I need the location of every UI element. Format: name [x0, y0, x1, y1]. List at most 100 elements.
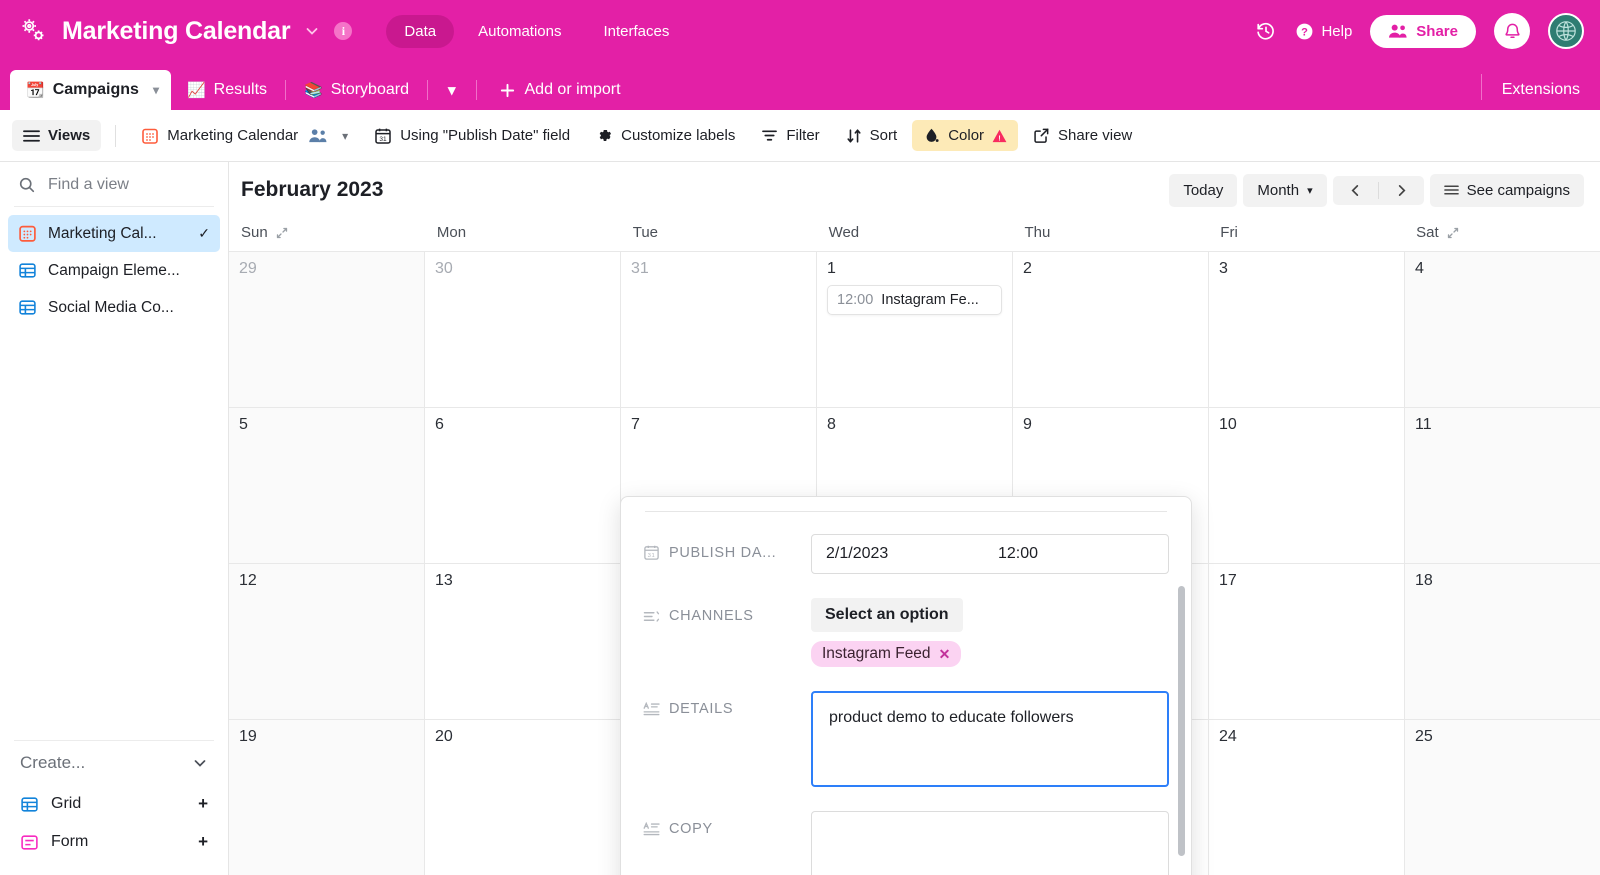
- divider: [285, 80, 287, 100]
- tab-storyboard[interactable]: 📚 Storyboard: [288, 70, 425, 110]
- svg-text:31: 31: [380, 136, 388, 143]
- sort-button[interactable]: Sort: [835, 120, 909, 151]
- date-field-button[interactable]: 31 Using "Publish Date" field: [363, 120, 581, 152]
- plus-icon[interactable]: +: [198, 794, 208, 814]
- chevron-down-icon[interactable]: [304, 23, 320, 39]
- tab-campaigns[interactable]: 📆 Campaigns ▾: [10, 70, 171, 110]
- publish-date-input[interactable]: 2/1/2023 12:00: [811, 534, 1169, 574]
- sidebar-item-marketing-calendar[interactable]: Marketing Cal... ✓: [8, 215, 220, 252]
- calendar-day-cell[interactable]: 17: [1209, 564, 1405, 719]
- header-actions: ? Help Share: [1255, 13, 1584, 49]
- customize-labels-button[interactable]: Customize labels: [585, 120, 746, 151]
- question-circle-icon: ?: [1295, 22, 1314, 41]
- day-number: 25: [1415, 728, 1433, 745]
- extensions-button[interactable]: Extensions: [1482, 70, 1600, 110]
- publish-time-value: 12:00: [997, 545, 1038, 562]
- resize-handle-icon[interactable]: [1447, 227, 1459, 239]
- sidebar-item-label: Social Media Co...: [48, 298, 174, 316]
- select-list-icon: [643, 609, 660, 624]
- chevron-down-icon[interactable]: ▾: [153, 83, 159, 97]
- filter-button[interactable]: Filter: [750, 120, 830, 151]
- create-section-toggle[interactable]: Create...: [8, 741, 220, 785]
- calendar-day-cell[interactable]: 10: [1209, 408, 1405, 563]
- find-a-view-input[interactable]: Find a view: [0, 162, 228, 206]
- top-header-bar: Marketing Calendar i Data Automations In…: [0, 0, 1600, 62]
- calendar-day-cell[interactable]: 25: [1405, 720, 1600, 875]
- calendar-day-cell[interactable]: 1 12:00 Instagram Fe...: [817, 252, 1013, 407]
- calendar-day-cell[interactable]: 12: [229, 564, 425, 719]
- add-or-import-button[interactable]: Add or import: [485, 70, 635, 110]
- sidebar-item-campaign-elements[interactable]: Campaign Eleme...: [8, 252, 220, 289]
- calendar-day-cell[interactable]: 24: [1209, 720, 1405, 875]
- caret-down-icon[interactable]: ▾: [342, 129, 348, 143]
- details-textarea[interactable]: product demo to educate followers: [811, 691, 1169, 787]
- day-number: 6: [435, 416, 444, 433]
- calendar-day-cell[interactable]: 4: [1405, 252, 1600, 407]
- calendar-day-cell[interactable]: 2: [1013, 252, 1209, 407]
- close-icon[interactable]: ✕: [939, 646, 951, 663]
- calendar-day-cell[interactable]: 18: [1405, 564, 1600, 719]
- calendar-event-chip[interactable]: 12:00 Instagram Fe...: [827, 285, 1002, 315]
- customize-labels-label: Customize labels: [621, 127, 736, 144]
- bell-icon: [1503, 22, 1522, 41]
- today-button[interactable]: Today: [1169, 173, 1238, 207]
- prev-month-button[interactable]: [1333, 176, 1378, 205]
- calendar-day-cell[interactable]: 11: [1405, 408, 1600, 563]
- channel-tag-instagram-feed[interactable]: Instagram Feed ✕: [811, 641, 962, 667]
- calendar-grid-icon: [141, 127, 159, 145]
- tag-label: Instagram Feed: [822, 645, 931, 662]
- views-button[interactable]: Views: [12, 120, 102, 151]
- info-icon[interactable]: i: [334, 22, 353, 40]
- calendar-week-row: 29 30 31 1 12:00 Instagram Fe... 2 3 4: [229, 252, 1600, 408]
- table-name-button[interactable]: Marketing Calendar ▾: [130, 120, 359, 152]
- copy-textarea[interactable]: [811, 811, 1169, 875]
- modal-scrollbar[interactable]: [1178, 586, 1185, 856]
- history-icon[interactable]: [1255, 20, 1277, 42]
- see-campaigns-label: See campaigns: [1466, 181, 1570, 199]
- avatar[interactable]: [1548, 13, 1584, 49]
- color-button[interactable]: Color !: [912, 120, 1019, 151]
- calendar-day-cell[interactable]: 20: [425, 720, 621, 875]
- sidebar-item-social-media-content[interactable]: Social Media Co...: [8, 289, 220, 326]
- calendar-31-icon: 31: [374, 127, 392, 145]
- day-number: 17: [1219, 572, 1237, 589]
- tab-results[interactable]: 📈 Results: [171, 70, 283, 110]
- share-view-button[interactable]: Share view: [1022, 120, 1143, 151]
- nav-tab-automations[interactable]: Automations: [460, 15, 579, 48]
- calendar-day-cell[interactable]: 31: [621, 252, 817, 407]
- calendar-day-cell[interactable]: 3: [1209, 252, 1405, 407]
- calendar-header: February 2023 Today Month ▾ See campaign…: [229, 162, 1600, 218]
- resize-handle-icon[interactable]: [276, 227, 288, 239]
- field-label-text: COPY: [669, 821, 713, 837]
- next-month-button[interactable]: [1379, 176, 1424, 205]
- help-button[interactable]: ? Help: [1295, 22, 1352, 41]
- create-form-view[interactable]: Form +: [8, 823, 220, 861]
- range-select[interactable]: Month ▾: [1243, 173, 1327, 207]
- add-or-import-label: Add or import: [524, 81, 621, 98]
- nav-tab-data[interactable]: Data: [386, 14, 455, 48]
- dow-mon: Mon: [436, 224, 467, 241]
- day-number: 24: [1219, 728, 1237, 745]
- notifications-button[interactable]: [1494, 13, 1530, 49]
- range-label: Month: [1257, 181, 1300, 199]
- plus-icon[interactable]: +: [198, 832, 208, 852]
- page-title: Marketing Calendar: [62, 16, 291, 45]
- calendar-day-cell[interactable]: 19: [229, 720, 425, 875]
- color-label: Color: [948, 127, 985, 144]
- calendar-day-cell[interactable]: 29: [229, 252, 425, 407]
- tab-results-label: Results: [213, 81, 268, 98]
- calendar-day-cell[interactable]: 6: [425, 408, 621, 563]
- share-button[interactable]: Share: [1370, 14, 1476, 48]
- calendar-day-cell[interactable]: 30: [425, 252, 621, 407]
- calendar-day-cell[interactable]: 5: [229, 408, 425, 563]
- gears-icon[interactable]: [16, 14, 50, 48]
- chevron-down-icon[interactable]: ▾: [430, 70, 474, 110]
- nav-tab-interfaces[interactable]: Interfaces: [586, 15, 688, 48]
- calendar-day-cell[interactable]: 13: [425, 564, 621, 719]
- select-an-option-button[interactable]: Select an option: [811, 598, 963, 632]
- day-number: 20: [435, 728, 453, 745]
- see-campaigns-button[interactable]: See campaigns: [1429, 173, 1584, 207]
- list-icon: [1443, 184, 1459, 196]
- create-grid-view[interactable]: Grid +: [8, 785, 220, 823]
- filter-label: Filter: [786, 127, 820, 144]
